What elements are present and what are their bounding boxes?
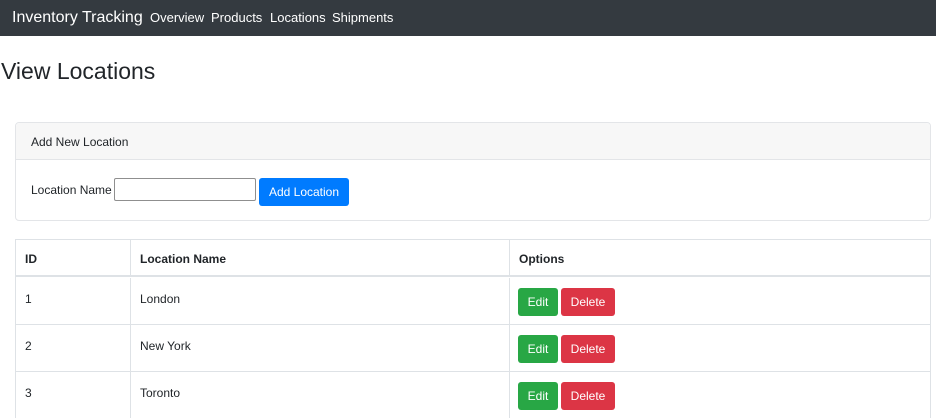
header-cell-options: Options <box>510 240 930 275</box>
edit-button[interactable]: Edit <box>518 335 558 363</box>
add-location-card-header: Add New Location <box>16 123 930 160</box>
header-cell-name: Location Name <box>131 240 510 275</box>
row-id: 3 <box>25 386 32 400</box>
column-header-options: Options <box>519 252 565 266</box>
table-header-row: ID Location Name Options <box>16 240 930 277</box>
add-location-card-title: Add New Location <box>31 135 129 149</box>
cell-id: 1 <box>16 278 131 324</box>
nav-link-locations[interactable]: Locations <box>270 10 326 26</box>
location-name-label: Location Name <box>31 183 112 197</box>
nav-link-overview[interactable]: Overview <box>150 10 204 26</box>
location-name-input[interactable] <box>114 178 256 201</box>
nav-link-shipments[interactable]: Shipments <box>332 10 393 26</box>
cell-options: Edit Delete <box>510 325 930 371</box>
add-location-button[interactable]: Add Location <box>259 178 349 206</box>
locations-table: ID Location Name Options 1 London Edit D… <box>15 239 931 418</box>
column-header-id: ID <box>25 252 37 266</box>
table-row: 1 London Edit Delete <box>16 278 930 325</box>
navbar-brand[interactable]: Inventory Tracking <box>12 8 143 28</box>
cell-location-name: London <box>131 278 510 324</box>
cell-id: 2 <box>16 325 131 371</box>
cell-location-name: Toronto <box>131 372 510 418</box>
row-location-name: London <box>140 292 181 306</box>
cell-options: Edit Delete <box>510 278 930 324</box>
edit-button[interactable]: Edit <box>518 382 558 410</box>
delete-button[interactable]: Delete <box>561 382 615 410</box>
page-title: View Locations <box>1 58 156 84</box>
column-header-location-name: Location Name <box>140 252 227 266</box>
delete-button[interactable]: Delete <box>561 335 615 363</box>
table-row: 2 New York Edit Delete <box>16 325 930 372</box>
top-navbar: Inventory Tracking Overview Products Loc… <box>0 0 936 36</box>
header-cell-id: ID <box>16 240 131 275</box>
row-location-name: New York <box>140 339 191 353</box>
add-location-card: Add New Location Location Name Add Locat… <box>15 122 931 221</box>
row-id: 2 <box>25 339 32 353</box>
cell-id: 3 <box>16 372 131 418</box>
cell-location-name: New York <box>131 325 510 371</box>
edit-button[interactable]: Edit <box>518 288 558 316</box>
delete-button[interactable]: Delete <box>561 288 615 316</box>
nav-link-products[interactable]: Products <box>211 10 262 26</box>
row-location-name: Toronto <box>140 386 181 400</box>
cell-options: Edit Delete <box>510 372 930 418</box>
table-row: 3 Toronto Edit Delete <box>16 372 930 418</box>
row-id: 1 <box>25 292 32 306</box>
